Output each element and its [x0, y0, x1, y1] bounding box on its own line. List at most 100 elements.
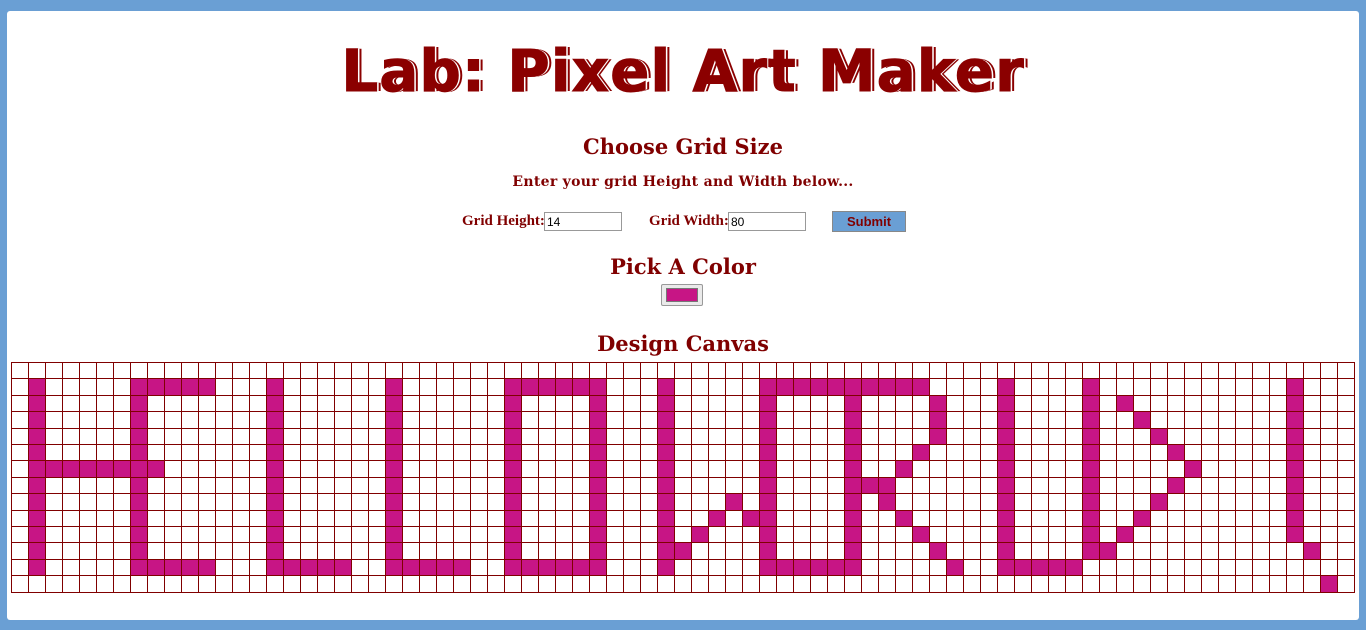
- grid-cell[interactable]: [1303, 444, 1321, 461]
- grid-cell[interactable]: [1099, 559, 1117, 576]
- grid-cell[interactable]: [861, 493, 879, 511]
- grid-height-input[interactable]: [544, 212, 622, 231]
- grid-cell[interactable]: [164, 526, 182, 543]
- grid-cell[interactable]: [385, 460, 403, 478]
- grid-cell[interactable]: [351, 460, 369, 478]
- grid-cell[interactable]: [28, 378, 46, 396]
- grid-cell[interactable]: [997, 559, 1015, 576]
- grid-cell[interactable]: [895, 362, 913, 379]
- grid-cell[interactable]: [402, 395, 420, 412]
- grid-cell[interactable]: [980, 526, 998, 543]
- grid-cell[interactable]: [606, 378, 624, 396]
- grid-cell[interactable]: [504, 411, 522, 429]
- grid-cell[interactable]: [810, 477, 828, 494]
- grid-cell[interactable]: [1133, 411, 1151, 429]
- grid-cell[interactable]: [1252, 428, 1270, 445]
- grid-cell[interactable]: [28, 575, 46, 593]
- grid-cell[interactable]: [572, 477, 590, 494]
- grid-cell[interactable]: [1099, 575, 1117, 593]
- grid-cell[interactable]: [249, 411, 267, 429]
- grid-cell[interactable]: [368, 460, 386, 478]
- grid-cell[interactable]: [997, 460, 1015, 478]
- grid-cell[interactable]: [912, 559, 930, 576]
- grid-cell[interactable]: [623, 444, 641, 461]
- grid-cell[interactable]: [793, 428, 811, 445]
- grid-cell[interactable]: [1099, 428, 1117, 445]
- grid-cell[interactable]: [1014, 395, 1032, 412]
- grid-cell[interactable]: [351, 362, 369, 379]
- grid-cell[interactable]: [691, 460, 709, 478]
- grid-cell[interactable]: [980, 395, 998, 412]
- grid-cell[interactable]: [28, 510, 46, 527]
- grid-cell[interactable]: [1167, 559, 1185, 576]
- grid-cell[interactable]: [436, 362, 454, 379]
- grid-cell[interactable]: [1286, 477, 1304, 494]
- grid-cell[interactable]: [232, 559, 250, 576]
- grid-cell[interactable]: [300, 378, 318, 396]
- grid-cell[interactable]: [1303, 411, 1321, 429]
- grid-cell[interactable]: [334, 559, 352, 576]
- grid-cell[interactable]: [28, 559, 46, 576]
- grid-cell[interactable]: [861, 411, 879, 429]
- grid-cell[interactable]: [1014, 559, 1032, 576]
- grid-cell[interactable]: [385, 444, 403, 461]
- grid-cell[interactable]: [351, 526, 369, 543]
- grid-cell[interactable]: [470, 362, 488, 379]
- grid-cell[interactable]: [11, 444, 29, 461]
- grid-cell[interactable]: [28, 460, 46, 478]
- grid-cell[interactable]: [1167, 378, 1185, 396]
- grid-cell[interactable]: [1150, 477, 1168, 494]
- grid-cell[interactable]: [1031, 411, 1049, 429]
- grid-cell[interactable]: [436, 526, 454, 543]
- grid-cell[interactable]: [810, 428, 828, 445]
- grid-cell[interactable]: [96, 444, 114, 461]
- grid-cell[interactable]: [11, 428, 29, 445]
- grid-cell[interactable]: [674, 378, 692, 396]
- grid-cell[interactable]: [334, 395, 352, 412]
- grid-cell[interactable]: [572, 510, 590, 527]
- grid-cell[interactable]: [1235, 559, 1253, 576]
- grid-cell[interactable]: [1133, 362, 1151, 379]
- grid-cell[interactable]: [1252, 493, 1270, 511]
- grid-cell[interactable]: [640, 477, 658, 494]
- grid-cell[interactable]: [589, 477, 607, 494]
- grid-cell[interactable]: [657, 575, 675, 593]
- grid-cell[interactable]: [1201, 411, 1219, 429]
- grid-cell[interactable]: [1286, 526, 1304, 543]
- grid-cell[interactable]: [1014, 542, 1032, 560]
- grid-cell[interactable]: [674, 477, 692, 494]
- grid-cell[interactable]: [589, 575, 607, 593]
- grid-cell[interactable]: [538, 460, 556, 478]
- grid-cell[interactable]: [912, 428, 930, 445]
- grid-cell[interactable]: [1031, 395, 1049, 412]
- grid-cell[interactable]: [1167, 493, 1185, 511]
- grid-cell[interactable]: [963, 575, 981, 593]
- grid-cell[interactable]: [1337, 378, 1355, 396]
- grid-cell[interactable]: [215, 395, 233, 412]
- grid-cell[interactable]: [487, 575, 505, 593]
- grid-cell[interactable]: [929, 493, 947, 511]
- grid-cell[interactable]: [402, 444, 420, 461]
- grid-cell[interactable]: [793, 378, 811, 396]
- grid-cell[interactable]: [62, 395, 80, 412]
- grid-cell[interactable]: [1320, 542, 1338, 560]
- grid-cell[interactable]: [232, 460, 250, 478]
- grid-cell[interactable]: [113, 493, 131, 511]
- grid-cell[interactable]: [674, 411, 692, 429]
- grid-cell[interactable]: [1167, 411, 1185, 429]
- grid-cell[interactable]: [878, 444, 896, 461]
- grid-cell[interactable]: [1337, 444, 1355, 461]
- grid-cell[interactable]: [861, 395, 879, 412]
- grid-cell[interactable]: [861, 575, 879, 593]
- grid-cell[interactable]: [504, 395, 522, 412]
- grid-cell[interactable]: [1235, 444, 1253, 461]
- grid-cell[interactable]: [1150, 428, 1168, 445]
- grid-cell[interactable]: [963, 477, 981, 494]
- grid-cell[interactable]: [793, 411, 811, 429]
- grid-cell[interactable]: [1269, 542, 1287, 560]
- grid-cell[interactable]: [351, 378, 369, 396]
- grid-cell[interactable]: [1116, 362, 1134, 379]
- grid-cell[interactable]: [1031, 362, 1049, 379]
- grid-cell[interactable]: [929, 362, 947, 379]
- grid-cell[interactable]: [1269, 411, 1287, 429]
